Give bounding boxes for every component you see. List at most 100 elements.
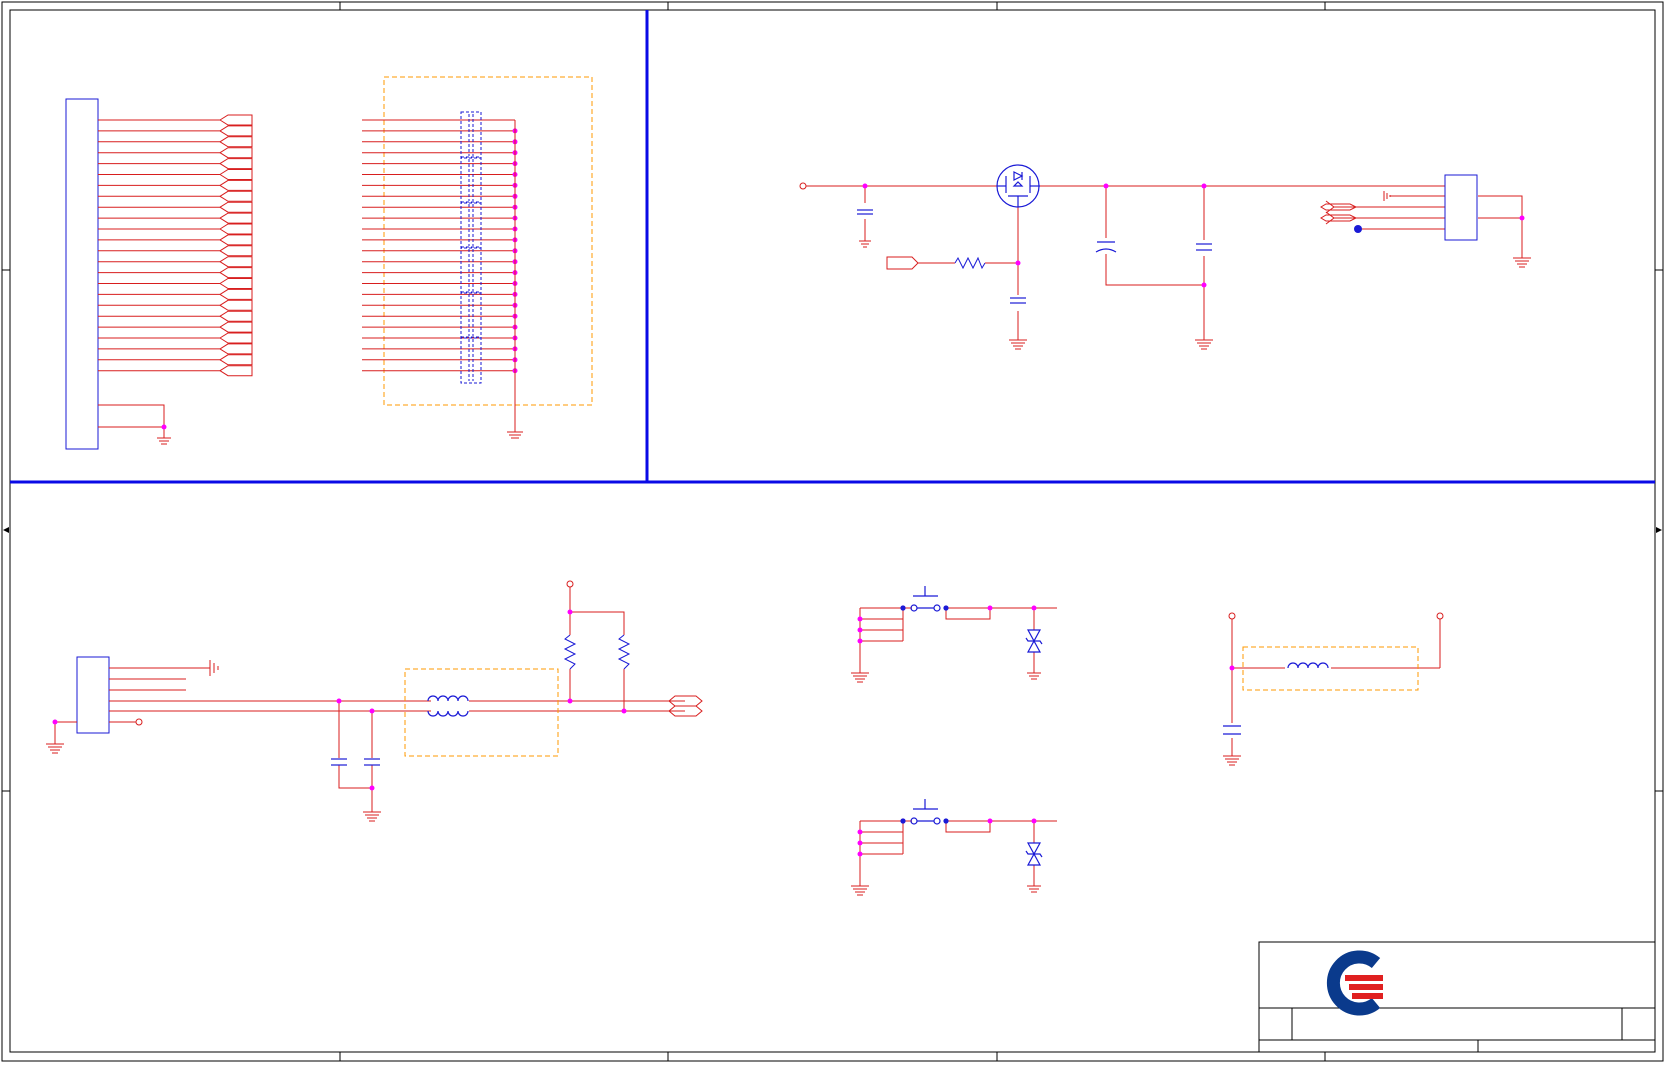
capacitor-array-icon [460,291,482,339]
ground-icon [363,811,381,822]
off-page-arrow-icons [3,527,1662,533]
port-arrow-icon [219,212,253,224]
junction-dot [369,785,375,791]
tvs-diode-icon [1025,842,1043,866]
wire [860,820,904,854]
junction-dot [857,840,863,846]
capacitor-icon [1223,725,1241,735]
port-arrow-icon [219,201,253,213]
schematic-canvas [1,1,1664,1062]
port-arrow-icon [219,332,253,344]
ground-icon [851,672,869,683]
polarized-capacitor-icon [1095,241,1117,253]
mosfet-icon [996,164,1040,208]
port-arrow-icon [219,354,253,366]
port-arrow-icon [219,169,253,180]
junction-dot [1015,260,1021,266]
port-arrow-icon [219,299,253,311]
port-arrow-icon [219,158,253,170]
wire [945,821,991,833]
ground-icon [1027,885,1041,893]
ground-icon [859,240,871,248]
connector-body [65,98,99,450]
push-button-icon [900,799,949,825]
capacitor-icon [857,209,873,215]
pullup-terminal [566,580,574,588]
header-body [76,656,110,734]
contact [933,817,941,825]
ground-icon [1195,339,1213,350]
ground-icon [851,885,869,896]
bar [1025,637,1043,645]
bar [1025,850,1043,858]
port-arrow-icon [219,288,253,300]
junction-dot [857,851,863,857]
triangle [1026,639,1042,653]
port-arrow-icon [219,179,253,191]
ground-icon [1223,755,1241,766]
resistor-icon [954,256,986,270]
capacitor-array-icon [460,246,482,294]
junction-dot [336,698,342,704]
ground-icon [1027,672,1041,680]
power-input-terminal [799,182,807,190]
resistor-icon [617,634,631,670]
capacitor-icon [331,758,380,766]
resistor-icon [563,634,577,670]
net-bank-block [362,76,593,439]
junction-dot [987,605,993,611]
port-arrow-icon [219,125,253,137]
tvs-diode-icon [1025,629,1043,653]
junction-dot [1229,665,1235,671]
ground-icon [507,431,523,439]
junction-dot [369,708,375,714]
capacitor-array-icon [460,111,482,159]
port-arrow-icon [219,190,253,202]
filter-output-terminal [1436,612,1444,620]
chassis-ground-icon [1383,191,1391,201]
connector-bank-block [65,98,253,450]
differential-port-icon [668,695,703,717]
push-button-block-1 [851,586,1057,683]
panel-dividers [10,10,1655,484]
junction-dot [161,424,167,430]
port-arrow-icon [219,245,253,257]
title-block [1258,941,1656,1053]
common-mode-choke-icon [427,695,469,717]
contact [933,604,941,612]
port-arrow-icon [219,234,253,246]
port-arrow-icon [219,256,253,268]
ground-icon [46,743,64,754]
output-header [1444,174,1478,241]
port-arrow-icon [219,223,253,235]
no-connect-marker [1354,225,1362,233]
triangle [1026,842,1042,856]
triangle [1026,629,1042,643]
company-logo [1326,950,1383,1016]
power-switch-block [799,164,1531,350]
connector-ground-net [98,404,165,438]
junction-dot [857,829,863,835]
push-button-icon [900,586,949,612]
junction-dot [1031,818,1037,824]
junction-dot [1201,282,1207,288]
junction-dot [862,183,868,189]
triangle [1026,852,1042,866]
port-arrow-icon [219,136,253,148]
inductor-filter-block [1223,612,1444,766]
junction-dot [567,698,573,704]
inductor-icon [1287,662,1329,669]
junction-dot [1201,183,1207,189]
junction-dot [857,638,863,644]
ground-icon [157,437,171,445]
capacitor-array-icon [460,201,482,249]
port-arrow-icon [219,114,253,126]
junction-dot [621,708,627,714]
wire [945,608,991,620]
contact-dot [900,605,906,611]
junction-dot [1031,605,1037,611]
port-arrow-icon [219,267,253,279]
ground-icon [1513,257,1531,268]
port-arrow-icon [219,321,253,333]
junction-dot [857,616,863,622]
